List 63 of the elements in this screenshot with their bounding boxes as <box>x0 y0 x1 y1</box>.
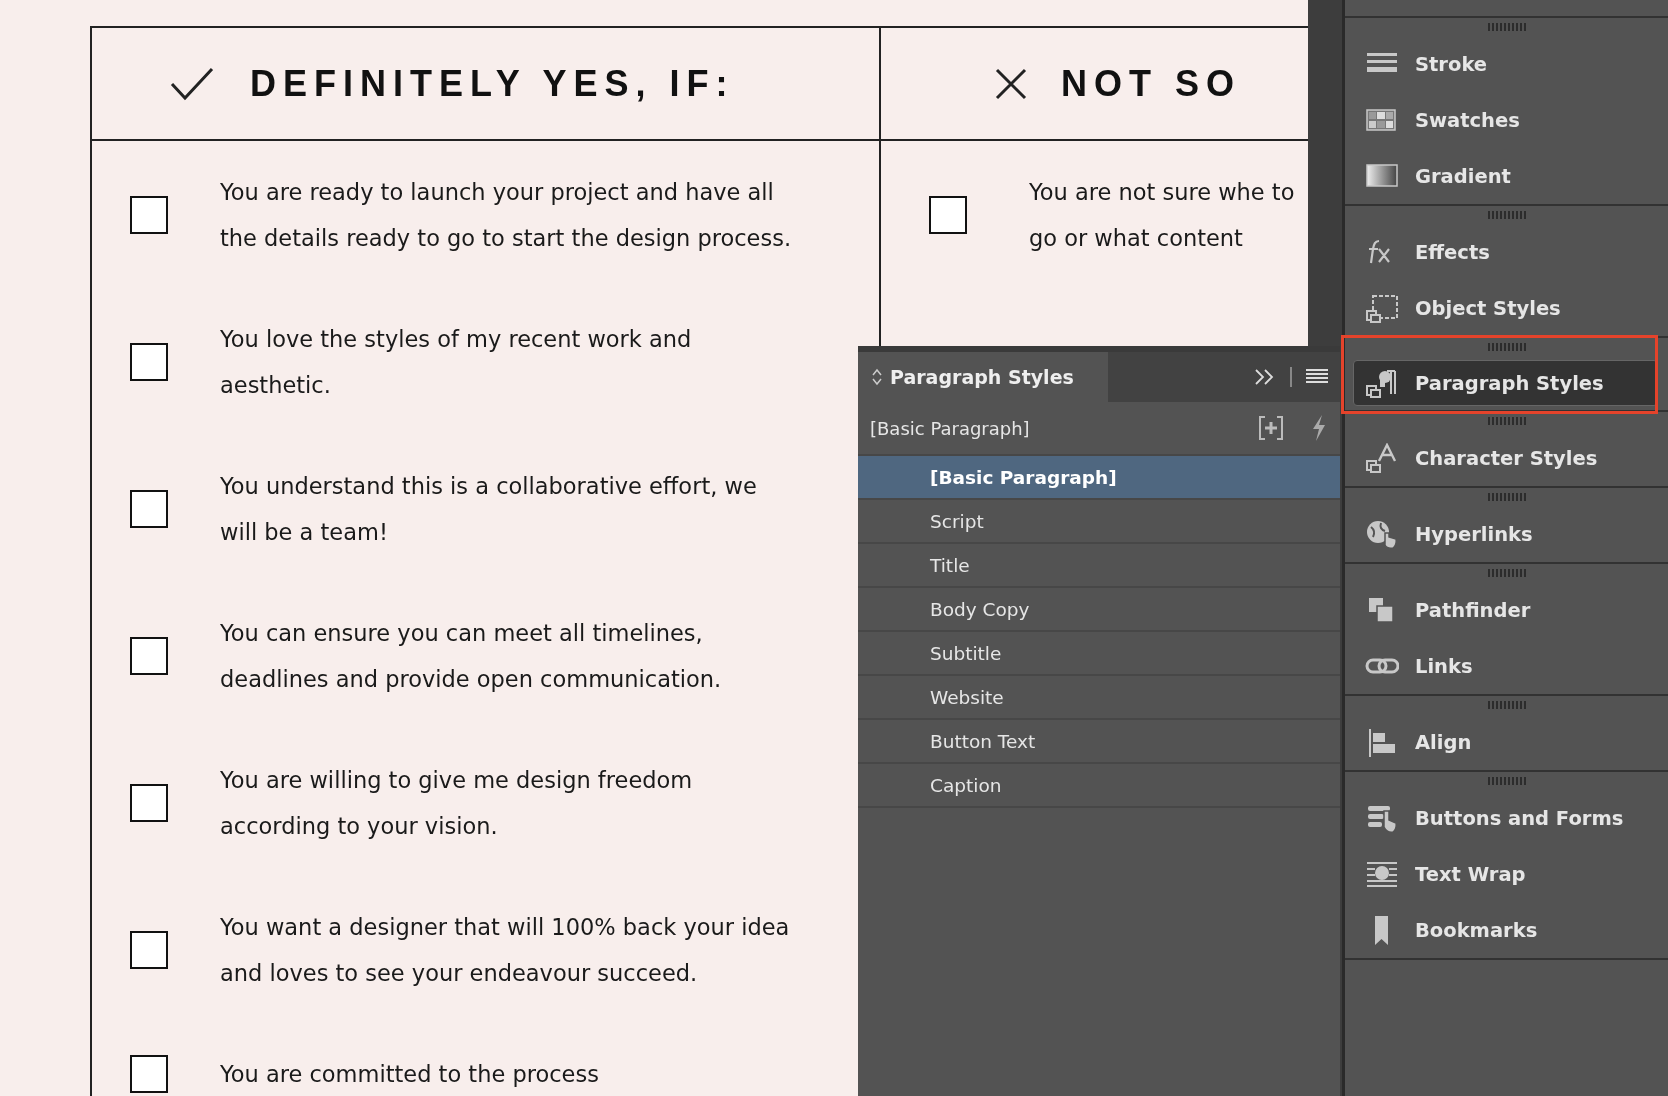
object-styles-icon <box>1365 293 1399 323</box>
checklist-text: You are committed to the process <box>220 1060 600 1089</box>
checkbox-square <box>130 490 168 528</box>
style-list-item[interactable]: Script <box>858 500 1340 544</box>
panel-item[interactable]: Swatches <box>1345 92 1668 148</box>
checkbox-square <box>929 196 967 234</box>
pilcrow-icon <box>1365 368 1399 398</box>
lightning-icon[interactable] <box>1310 414 1328 442</box>
style-list-item[interactable]: Subtitle <box>858 632 1340 676</box>
collapse-arrows-icon[interactable] <box>872 368 882 386</box>
cross-icon <box>995 67 1027 100</box>
column-heading: DEFINITELY YES, IF: <box>250 62 735 105</box>
style-list-item[interactable]: [Basic Paragraph] <box>858 456 1340 500</box>
text-wrap-icon <box>1365 859 1399 889</box>
panel-item[interactable]: Hyperlinks <box>1345 506 1668 562</box>
style-list-item[interactable]: Website <box>858 676 1340 720</box>
column-heading: NOT SO <box>1061 62 1241 105</box>
panel-item[interactable]: Align <box>1345 714 1668 770</box>
panel-item[interactable]: Text Wrap <box>1345 846 1668 902</box>
panel-tab[interactable]: Paragraph Styles <box>858 352 1108 402</box>
panel-item[interactable]: Object Styles <box>1345 280 1668 336</box>
checklist-text: You understand this is a collaborative effort, we will be a team! <box>220 472 758 547</box>
checkbox-square <box>130 196 168 234</box>
panel-item[interactable]: Gradient <box>1345 148 1668 204</box>
style-list-item[interactable]: Caption <box>858 764 1340 808</box>
grip-handle[interactable] <box>1487 569 1526 577</box>
panel-item[interactable]: Bookmarks <box>1345 902 1668 958</box>
double-chevron-icon[interactable] <box>1254 368 1276 386</box>
checkbox-square <box>130 637 168 675</box>
panel-item[interactable]: Character Styles <box>1345 430 1668 486</box>
grip-handle[interactable] <box>1487 343 1526 351</box>
checklist-text: You are willing to give me design freedom according to your vision. <box>220 766 694 841</box>
grip-handle[interactable] <box>1487 417 1526 425</box>
panel-item[interactable]: Stroke <box>1345 36 1668 92</box>
style-list-item[interactable]: Title <box>858 544 1340 588</box>
panel-item[interactable]: Links <box>1345 638 1668 694</box>
checklist-text: You are not sure whe to go or what content <box>1029 178 1296 253</box>
panel-item[interactable]: Effects <box>1345 224 1668 280</box>
checklist-text: You can ensure you can meet all timelines, deadlines and provide open communication. <box>220 619 723 694</box>
grip-handle[interactable] <box>1487 211 1526 219</box>
panel-item[interactable]: Paragraph Styles <box>1353 360 1658 406</box>
grip-handle[interactable] <box>1487 493 1526 501</box>
grip-handle[interactable] <box>1487 701 1526 709</box>
checkbox-square <box>130 784 168 822</box>
check-icon <box>170 66 214 101</box>
letter-a-icon <box>1365 443 1399 473</box>
style-list-item[interactable]: Body Copy <box>858 588 1340 632</box>
checklist-text: You want a designer that will 100% back your idea and loves to see your endeavour succeed. <box>220 913 791 988</box>
checklist-text: You love the styles of my recent work and aesthetic. <box>220 325 693 400</box>
grip-handle[interactable] <box>1487 777 1526 785</box>
checkbox-square <box>130 931 168 969</box>
panel-item[interactable]: Buttons and Forms <box>1345 790 1668 846</box>
checklist-text: You are ready to launch your project and have all the details ready to go to start the design process. <box>220 178 793 253</box>
current-style-label: [Basic Paragraph] <box>870 417 1031 439</box>
panel-item[interactable]: Pathfinder <box>1345 582 1668 638</box>
new-style-icon[interactable] <box>1258 415 1284 441</box>
checkbox-square <box>130 1055 168 1093</box>
globe-pointer-icon <box>1365 519 1399 549</box>
checkbox-square <box>130 343 168 381</box>
menu-icon[interactable] <box>1306 369 1328 385</box>
style-list-item[interactable]: Button Text <box>858 720 1340 764</box>
buttons-pointer-icon <box>1365 803 1399 833</box>
grip-handle[interactable] <box>1487 23 1526 31</box>
